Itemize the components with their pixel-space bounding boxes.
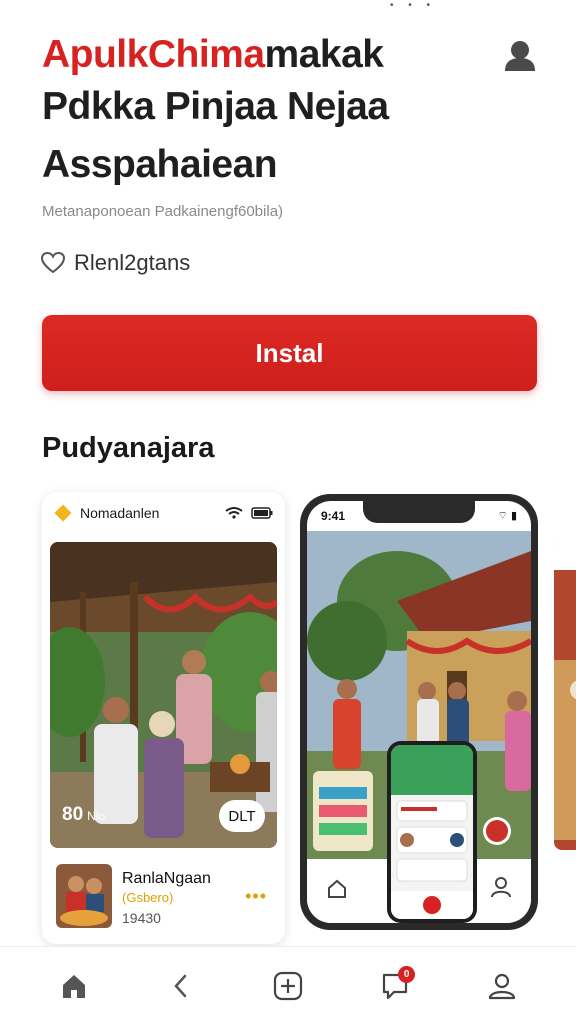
overlay-pill-button[interactable]: DLT: [219, 800, 265, 832]
inner-phone-screen: [391, 745, 473, 919]
status-bar-fragment: • • •: [390, 0, 437, 11]
village-gathering-photo: 80 Nlo DLT: [50, 542, 277, 848]
card1-app-bar: Nomadanlen: [42, 492, 285, 534]
nav-profile[interactable]: [482, 966, 522, 1006]
battery-icon: [251, 507, 273, 519]
item-thumbnail: [56, 864, 112, 928]
app-title-line-1: ApulkChimamakak: [42, 32, 542, 78]
section-title: Pudyanajara: [42, 432, 215, 464]
rating-label: Rlenl2gtans: [74, 250, 191, 275]
nav-notifications[interactable]: 0: [375, 965, 416, 1006]
card1-app-name: Nomadanlen: [80, 505, 160, 521]
overlay-count: 80 Nlo: [62, 804, 105, 826]
screenshot-card-2-phone[interactable]: 9:41 ⌔ ▮: [300, 494, 538, 930]
app-title-rest: makak: [264, 33, 384, 76]
chevron-left-icon[interactable]: [169, 971, 193, 1001]
user-icon[interactable]: [486, 970, 518, 1002]
overlay-count-value: 80: [62, 804, 84, 825]
item-subtitle: (Gsbero): [122, 890, 174, 905]
notification-badge: 0: [398, 965, 416, 983]
inner-phone-mockup: [387, 741, 477, 923]
plus-square-icon[interactable]: [272, 970, 304, 1002]
bottom-navigation: 0: [0, 946, 576, 1024]
phone-notch: [363, 501, 475, 523]
nav-back[interactable]: [161, 966, 201, 1006]
more-options-icon[interactable]: •••: [245, 886, 267, 907]
phone-screen: 9:41 ⌔ ▮: [307, 501, 531, 923]
diamond-logo-icon: [54, 504, 72, 522]
phone-status-icons: ⌔ ▮: [497, 510, 517, 522]
nav-add[interactable]: [268, 966, 308, 1006]
wifi-icon: [225, 507, 243, 519]
rating-row[interactable]: Rlenl2gtans: [40, 250, 190, 276]
phone-profile-icon: [491, 877, 511, 898]
app-subtitle: Metanaponoean Padkainengf60bila): [42, 203, 284, 220]
home-icon[interactable]: [59, 971, 89, 1001]
item-number: 19430: [122, 910, 161, 926]
install-button[interactable]: Instal: [42, 315, 537, 391]
screenshot-card-1[interactable]: Nomadanlen 80 Nlo DLT RanlaNgaan (Gsbero…: [42, 492, 285, 944]
screenshot-card-3-partial[interactable]: [554, 540, 576, 850]
overlay-count-sub: Nlo: [87, 809, 106, 823]
nav-home[interactable]: [54, 966, 94, 1006]
person-icon[interactable]: [502, 37, 538, 73]
item-title: RanlaNgaan: [122, 870, 211, 887]
phone-home-icon: [328, 879, 346, 898]
phone-time: 9:41: [321, 509, 346, 523]
heart-icon[interactable]: [40, 251, 66, 275]
app-title-line-2: Pdkka Pinjaa Nejaa: [42, 85, 389, 128]
app-title-line-3: Asspahaiean: [42, 143, 278, 186]
app-title-accent: ApulkChima: [42, 33, 265, 76]
app-header: ApulkChimamakak Pdkka Pinjaa Nejaa Asspa…: [42, 32, 542, 194]
